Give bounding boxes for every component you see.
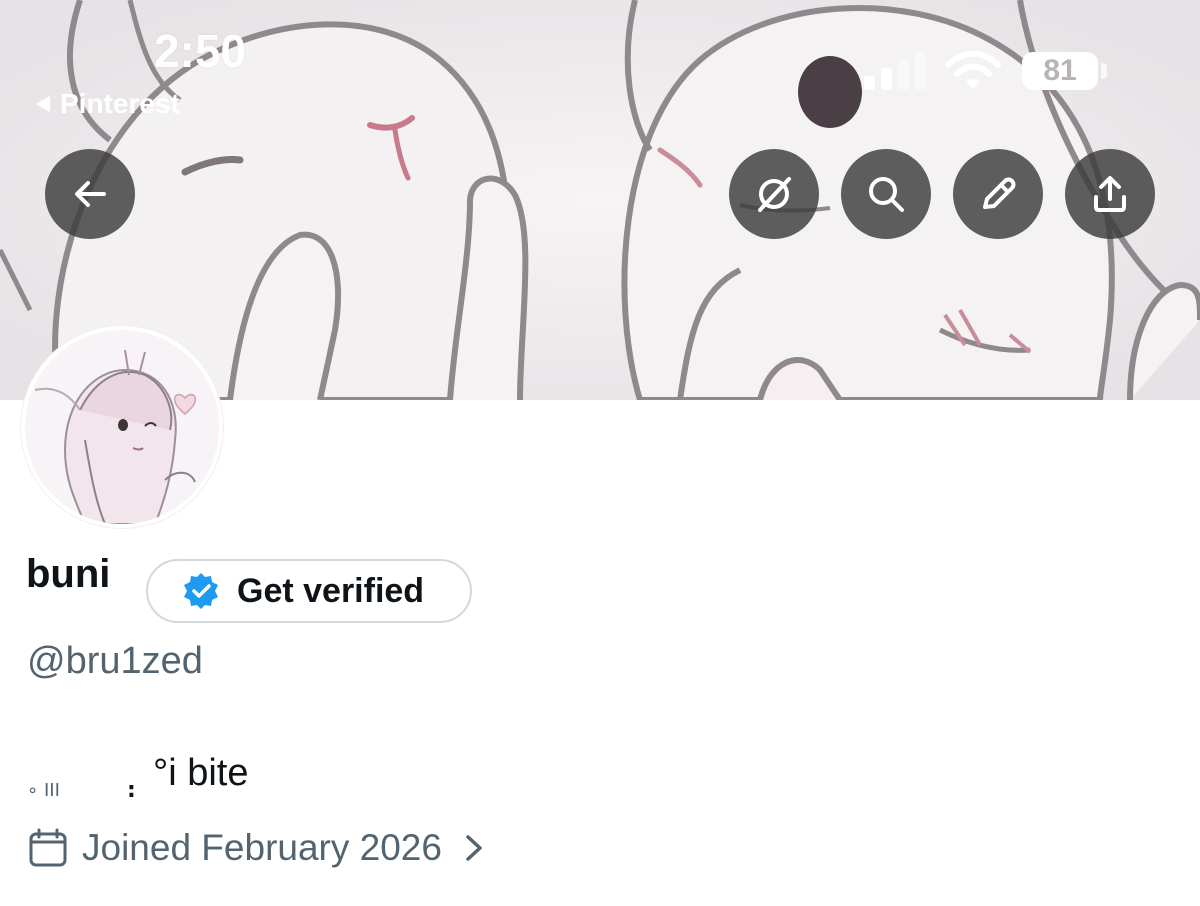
grok-button[interactable] xyxy=(729,149,819,239)
share-button[interactable] xyxy=(1065,149,1155,239)
bio-mark: : xyxy=(127,778,136,803)
calendar-icon xyxy=(29,828,67,867)
back-button[interactable] xyxy=(45,149,135,239)
chevron-right-icon xyxy=(466,835,482,861)
get-verified-button[interactable]: Get verified xyxy=(146,559,472,623)
arrow-left-icon xyxy=(75,181,106,207)
joined-date-link[interactable]: Joined February 2026 xyxy=(28,822,486,874)
bio-text: °i bite xyxy=(153,752,249,794)
pencil-icon xyxy=(983,177,1016,209)
user-handle: @bru1zed xyxy=(27,640,203,682)
profile-banner[interactable]: 2:50 Pinterest 81 xyxy=(0,0,1200,400)
joined-date-text: Joined February 2026 xyxy=(82,827,442,868)
search-icon xyxy=(869,177,904,212)
status-time: 2:50 xyxy=(154,25,247,77)
profile-bio: ∘ ΙΙΙ : °i bite xyxy=(27,752,627,822)
get-verified-label: Get verified xyxy=(237,571,425,610)
avatar-image xyxy=(25,330,219,524)
search-button[interactable] xyxy=(841,149,931,239)
grok-icon xyxy=(758,177,791,212)
bio-decoration: ∘ ΙΙΙ xyxy=(27,780,60,801)
battery-nub xyxy=(1101,63,1107,79)
back-triangle-icon xyxy=(36,96,50,112)
edit-button[interactable] xyxy=(953,149,1043,239)
verified-badge-icon xyxy=(184,573,218,609)
back-app-label: Pinterest xyxy=(60,88,180,119)
wifi-icon xyxy=(945,50,1001,89)
profile-avatar[interactable] xyxy=(21,326,223,528)
battery-indicator: 81 xyxy=(1022,52,1098,90)
share-icon xyxy=(1094,176,1126,212)
back-to-app-link[interactable]: Pinterest xyxy=(36,88,180,120)
battery-level: 81 xyxy=(1043,54,1077,87)
cellular-signal-icon xyxy=(864,52,926,90)
display-name: buni xyxy=(26,552,111,596)
